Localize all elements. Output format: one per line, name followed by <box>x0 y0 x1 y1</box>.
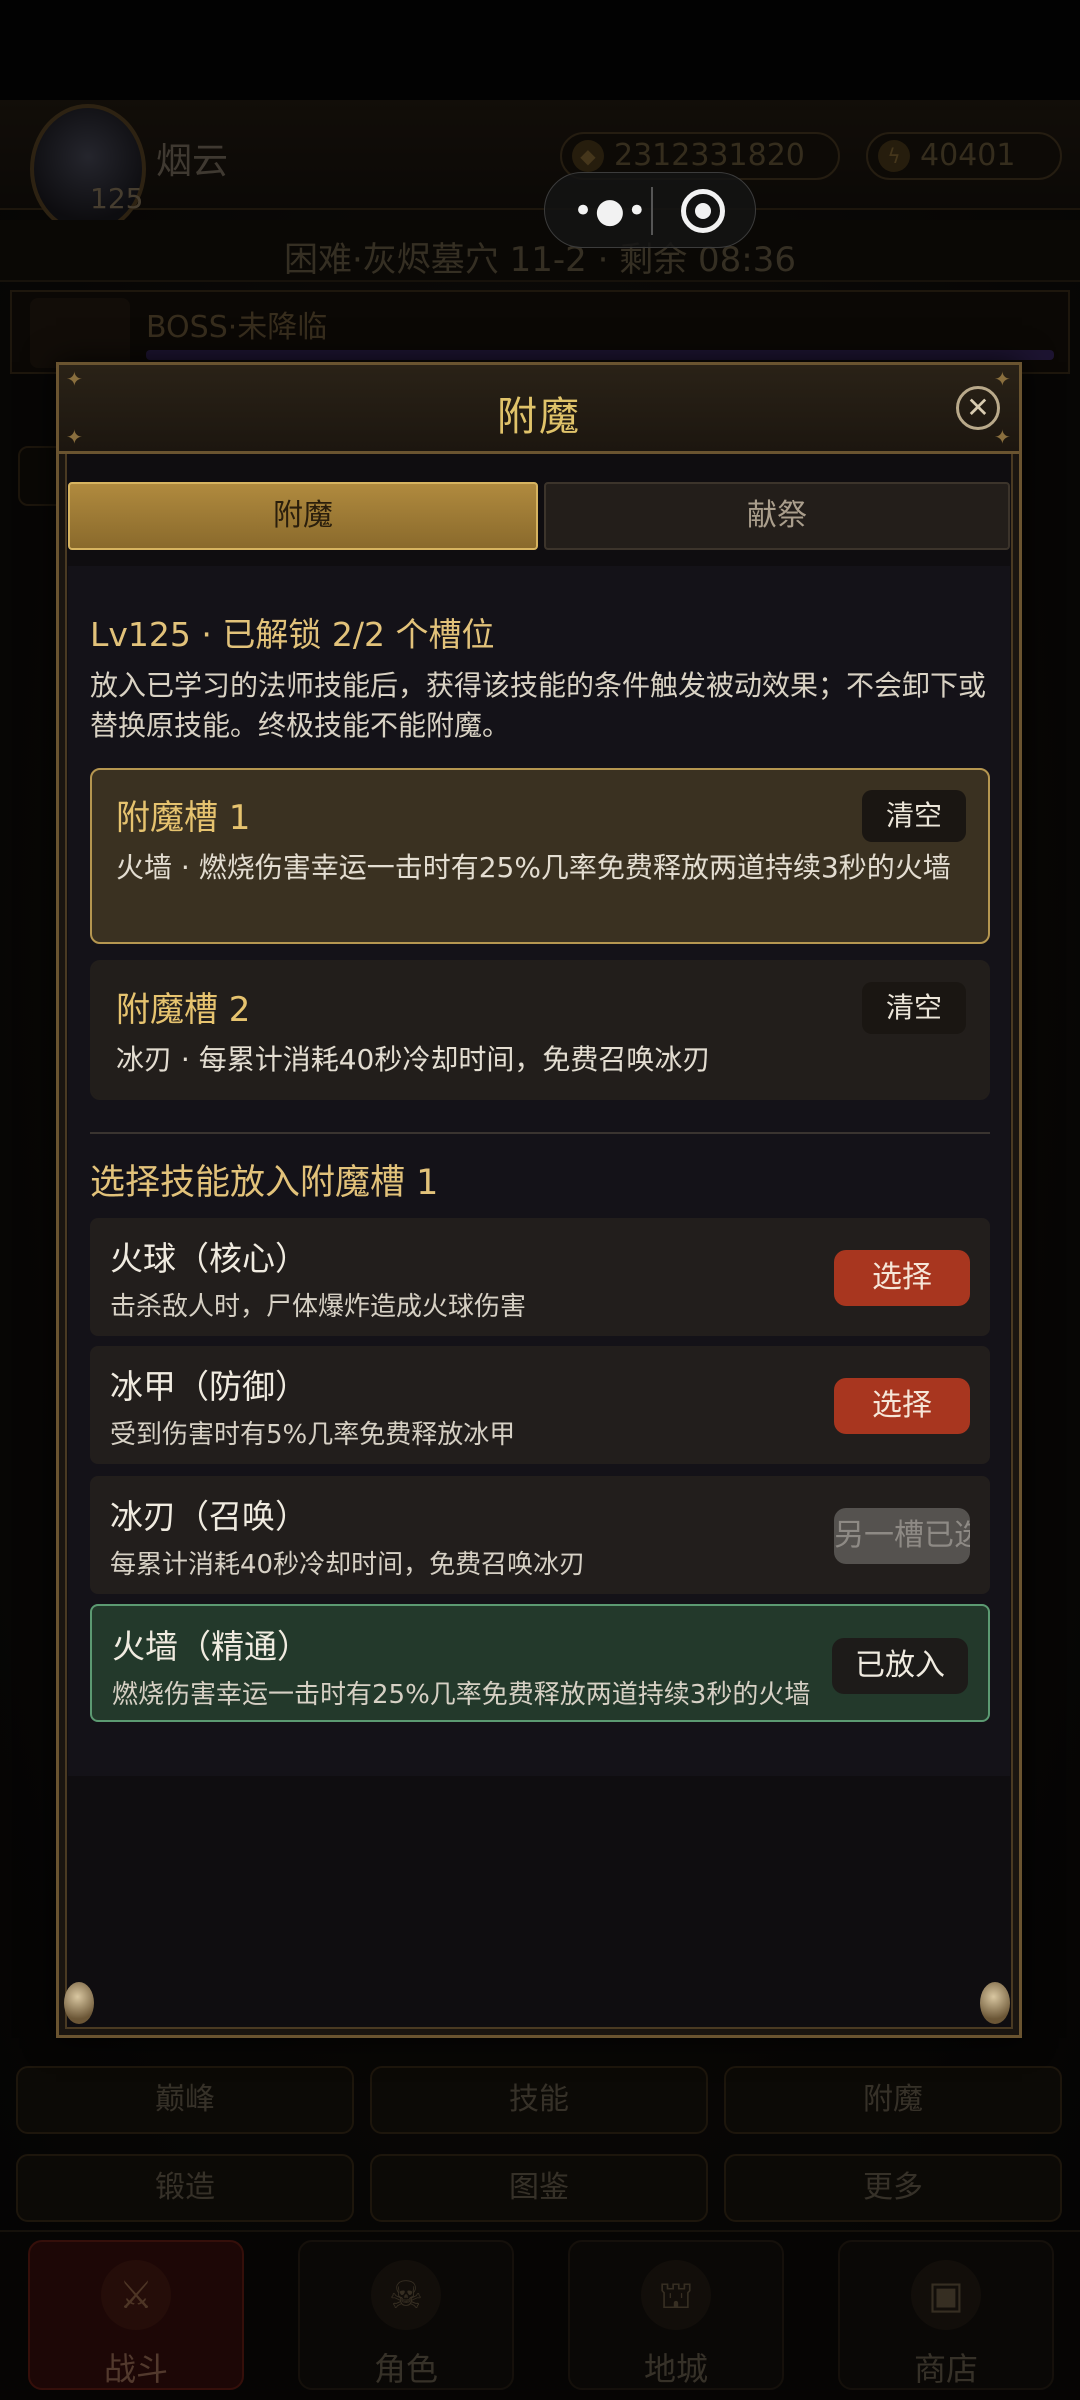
slot-title: 附魔槽 2 <box>116 990 251 1030</box>
skill-row-ice-blade: 冰刃（召唤） 每累计消耗40秒冷却时间，免费召唤冰刃 另一槽已选 <box>90 1476 990 1594</box>
ice-blade-disabled-button: 另一槽已选 <box>834 1508 970 1564</box>
enchant-slot-1[interactable]: 附魔槽 1 火墙 · 燃烧伤害幸运一击时有25%几率免费释放两道持续3秒的火墙 … <box>90 768 990 944</box>
target-icon[interactable] <box>681 189 725 233</box>
firewall-placed-button[interactable]: 已放入 <box>832 1638 968 1694</box>
skill-name: 火墙（精通） <box>112 1627 310 1666</box>
close-button[interactable]: ✕ <box>956 386 1000 430</box>
clear-slot-1-button[interactable]: 清空 <box>862 790 966 842</box>
skill-name: 冰刃（召唤） <box>110 1497 308 1536</box>
skill-effect: 每累计消耗40秒冷却时间，免费召唤冰刃 <box>110 1550 586 1580</box>
skill-effect: 燃烧伤害幸运一击时有25%几率免费释放两道持续3秒的火墙 <box>112 1680 811 1710</box>
section-divider <box>90 1132 990 1134</box>
capsule-divider <box>651 187 653 235</box>
enchant-slot-2[interactable]: 附魔槽 2 冰刃 · 每累计消耗40秒冷却时间，免费召唤冰刃 清空 <box>90 960 990 1100</box>
skill-name: 火球（核心） <box>110 1239 308 1278</box>
slot-effect: 冰刃 · 每累计消耗40秒冷却时间，免费召唤冰刃 <box>116 1043 711 1076</box>
frame-knob-icon <box>64 1982 94 2024</box>
skill-effect: 击杀敌人时，尸体爆炸造成火球伤害 <box>110 1292 527 1322</box>
slot-effect: 火墙 · 燃烧伤害幸运一击时有25%几率免费释放两道持续3秒的火墙 <box>116 851 951 884</box>
skill-row-fireball: 火球（核心） 击杀敌人时，尸体爆炸造成火球伤害 选择 <box>90 1218 990 1336</box>
clear-slot-2-button[interactable]: 清空 <box>862 982 966 1034</box>
enchant-description: 放入已学习的法师技能后，获得该技能的条件触发被动效果；不会卸下或替换原技能。终极… <box>90 669 987 742</box>
modal-title: 附魔 <box>497 394 581 440</box>
skill-name: 冰甲（防御） <box>110 1367 308 1406</box>
tab-sacrifice[interactable]: 献祭 <box>544 482 1010 550</box>
slot-title: 附魔槽 1 <box>116 798 251 838</box>
skill-row-firewall: 火墙（精通） 燃烧伤害幸运一击时有25%几率免费释放两道持续3秒的火墙 已放入 <box>90 1604 990 1722</box>
miniprogram-capsule: •●• <box>544 172 756 248</box>
slot-unlock-status: Lv125 · 已解锁 2/2 个槽位 <box>90 615 495 654</box>
select-fireball-button[interactable]: 选择 <box>834 1250 970 1306</box>
more-dots-icon[interactable]: •●• <box>573 191 647 231</box>
frame-knob-icon <box>980 1982 1010 2024</box>
section-title: 选择技能放入附魔槽 1 <box>90 1163 439 1203</box>
skill-effect: 受到伤害时有5%几率免费释放冰甲 <box>110 1420 516 1450</box>
select-ice-armor-button[interactable]: 选择 <box>834 1378 970 1434</box>
skill-row-ice-armor: 冰甲（防御） 受到伤害时有5%几率免费释放冰甲 选择 <box>90 1346 990 1464</box>
close-icon: ✕ <box>966 391 990 424</box>
tab-enchant[interactable]: 附魔 <box>68 482 538 550</box>
